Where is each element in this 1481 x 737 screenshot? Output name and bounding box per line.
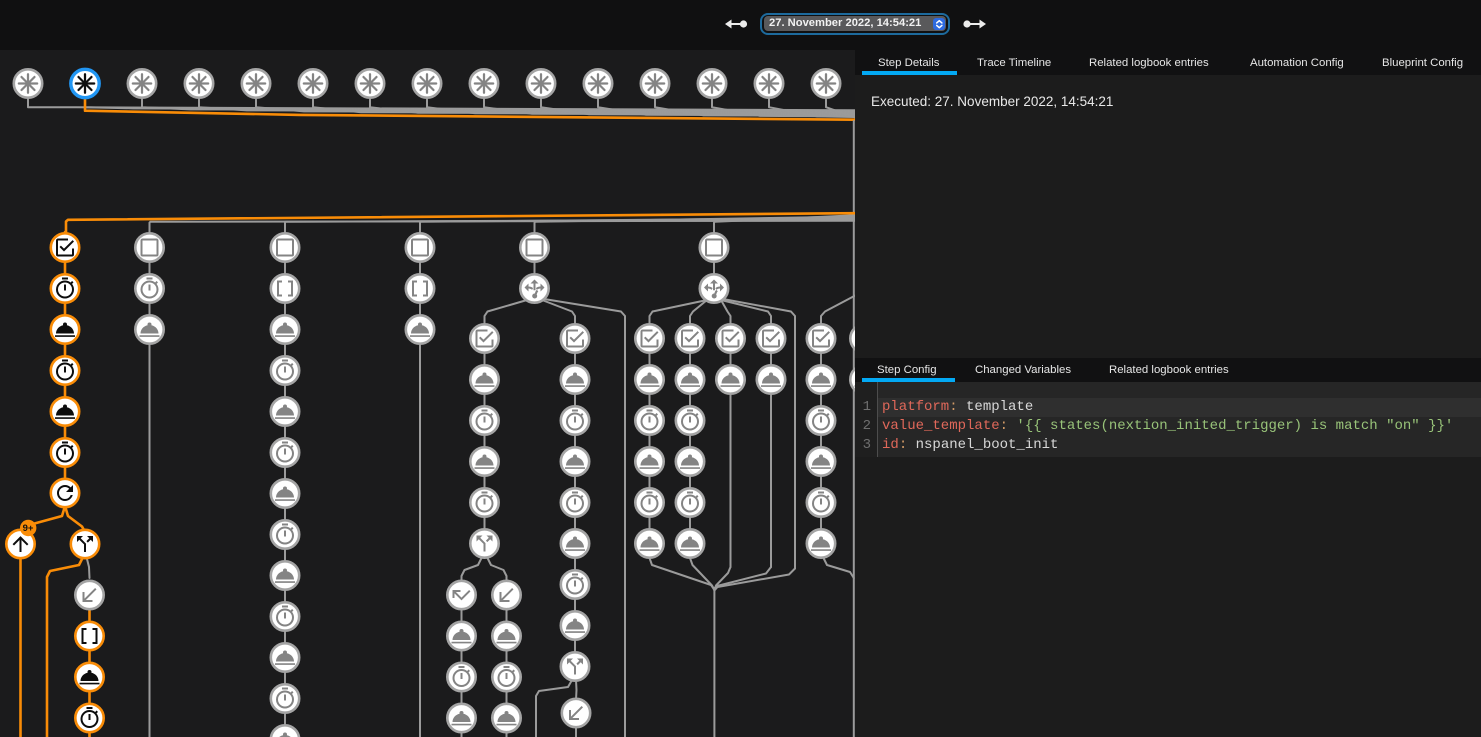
svg-text:9+: 9+ — [23, 523, 34, 534]
